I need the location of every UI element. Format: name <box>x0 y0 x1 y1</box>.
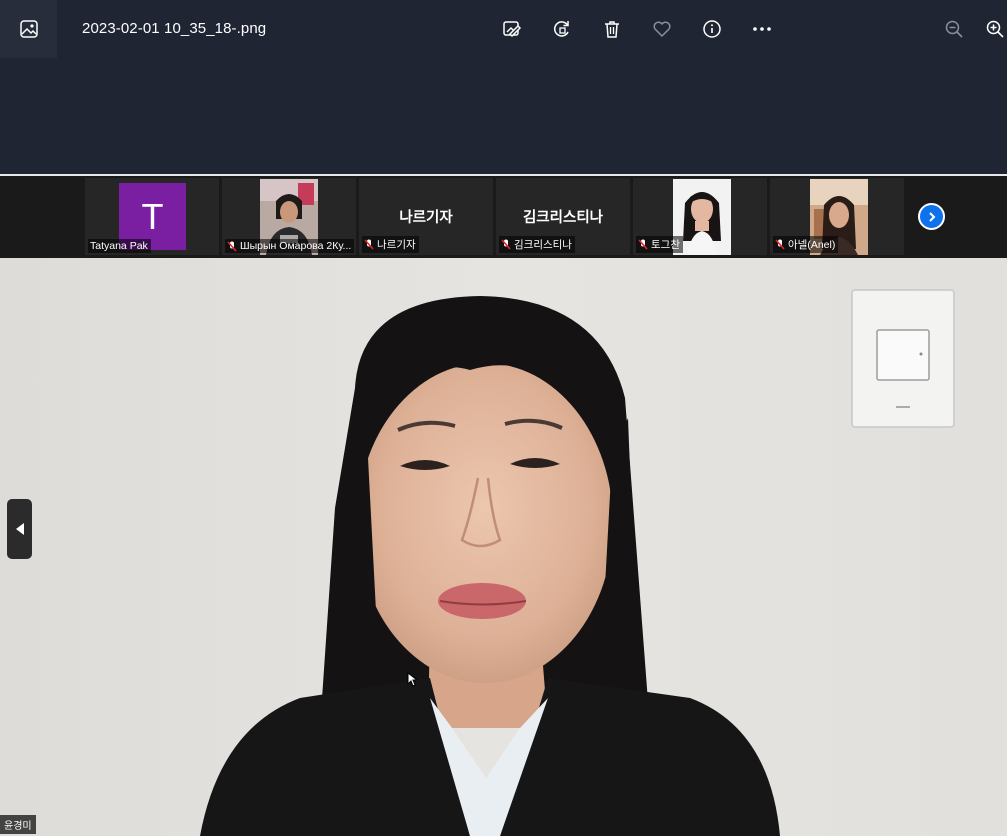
more-icon[interactable] <box>745 12 779 46</box>
mic-muted-icon <box>775 239 785 250</box>
participant-name: Шырын Омарова 2Ку... <box>225 239 355 253</box>
photo-app-icon[interactable] <box>0 0 57 58</box>
participant-display-name: 나르기자 <box>399 210 453 226</box>
rotate-icon[interactable] <box>545 12 579 46</box>
zoom-out-icon[interactable] <box>937 12 971 46</box>
participant-tile-kim-kristina[interactable]: 김크리스티나 김크리스티나 <box>496 178 630 255</box>
photos-titlebar: 2023-02-01 10_35_18-.png <box>0 0 1007 174</box>
speaker-video: 윤경미 <box>0 258 1007 836</box>
delete-icon[interactable] <box>595 12 629 46</box>
participant-display-name: 김크리스티나 <box>522 210 604 226</box>
participant-name: 나르기자 <box>362 236 419 253</box>
participant-name: 아넬(Anel) <box>773 236 839 253</box>
participant-tile-tatyana-pak[interactable]: T Tatyana Pak <box>85 178 219 255</box>
participant-name: 토그찬 <box>636 236 683 253</box>
participant-tile-togchan[interactable]: 토그찬 <box>633 178 767 255</box>
triangle-left-icon <box>15 523 24 535</box>
mic-muted-icon <box>501 239 511 250</box>
mic-muted-icon <box>364 239 374 250</box>
participant-tile-nargiza[interactable]: 나르기자 나르기자 <box>359 178 493 255</box>
mouse-cursor-icon <box>407 671 419 692</box>
file-name-title: 2023-02-01 10_35_18-.png <box>82 20 267 37</box>
participant-name: Tatyana Pak <box>88 239 151 253</box>
speaker-name-label: 윤경미 <box>0 815 36 834</box>
chevron-right-icon <box>928 211 935 222</box>
zoom-in-icon[interactable] <box>985 12 1007 46</box>
participant-tile-shyryn[interactable]: Шырын Омарова 2Ку... <box>222 178 356 255</box>
mic-muted-icon <box>638 239 648 250</box>
previous-image-button[interactable] <box>7 499 32 559</box>
edit-image-icon[interactable] <box>495 12 529 46</box>
info-icon[interactable] <box>695 12 729 46</box>
mic-muted-icon <box>227 240 237 252</box>
speaker-video-frame <box>0 258 1007 836</box>
participant-name: 김크리스티나 <box>499 236 575 253</box>
next-participants-button[interactable] <box>918 203 945 230</box>
participant-strip: T Tatyana Pak Шырын Омарова 2Ку... 나르기자 <box>0 176 1007 258</box>
favorite-icon[interactable] <box>645 12 679 46</box>
participant-tile-anel[interactable]: 아넬(Anel) <box>770 178 904 255</box>
